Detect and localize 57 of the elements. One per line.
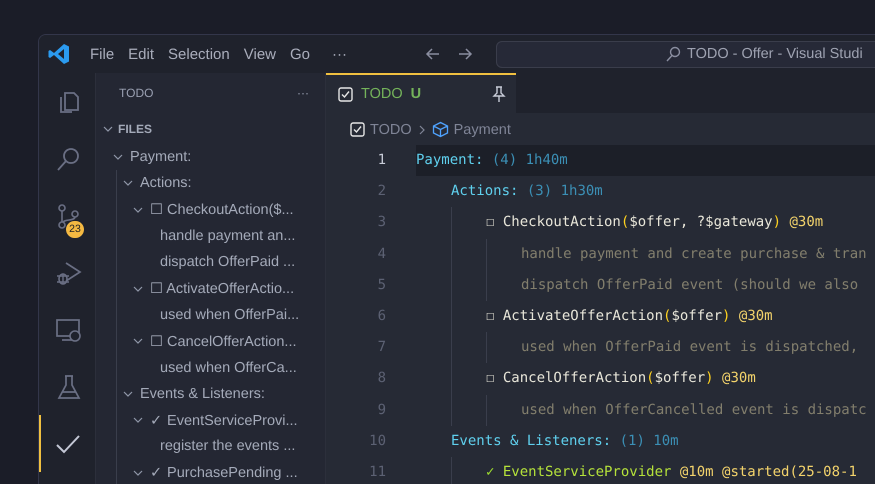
tree-item[interactable]: ✓ PurchasePending ... [150,464,298,482]
code-line: Payment: (4) 1h40m [416,151,568,170]
checklist-icon [338,86,353,102]
menu-item[interactable]: Edit [121,42,162,66]
search-icon [665,46,682,62]
line-number: 9 [376,400,387,420]
count-badge: 23 [66,221,84,238]
line-number: 6 [376,306,387,326]
breadcrumb-item[interactable]: TODO [370,122,412,138]
menu-item[interactable]: File [83,42,122,66]
tree-item[interactable]: Actions: [140,175,192,192]
line-number: 2 [376,182,387,202]
cube-icon [432,121,449,138]
tree-item[interactable]: used when OfferCa... [160,360,297,376]
tree-item[interactable]: register the events ... [160,438,296,454]
menu-item[interactable]: Go [283,42,318,66]
tree-item[interactable]: dispatch OfferPaid ... [160,254,296,270]
line-number: 1 [376,151,387,170]
editor-tab[interactable]: TODO U [326,73,516,113]
more-menu[interactable]: ··· [325,42,354,66]
code-line: Events & Listeners: (1) 10m [451,432,679,451]
app-logo-icon [47,42,71,66]
line-number: 3 [376,213,387,232]
menu-item[interactable]: View [236,42,283,66]
tree-item[interactable]: ☐ CheckoutAction($... [150,201,294,218]
line-number: 10 [368,432,387,451]
code-line: dispatch OfferPaid event (should we also [521,276,858,295]
menu-item[interactable]: Selection [161,42,237,66]
checklist-icon [350,122,365,137]
line-number: 11 [368,462,387,482]
line-number: 4 [376,244,387,264]
code-line: used when OfferCancelled event is dispatc [521,400,867,420]
tree-item[interactable]: handle payment an... [160,228,296,244]
code-line: ✓ EventServiceProvider @10m @started(25-08-1 [486,462,857,482]
code-line: handle payment and create purchase & tran [521,244,867,264]
panel-title: TODO [119,86,154,100]
line-number: 7 [376,338,387,358]
tree-item[interactable]: Events & Listeners: [140,386,265,402]
breadcrumb-item[interactable]: Payment [454,122,511,138]
code-line: Actions: (3) 1h30m [451,182,603,202]
command-search-field[interactable]: TODO - Offer - Visual Studi [496,40,875,68]
code-line: used when OfferPaid event is dispatched, [521,338,858,358]
section-header[interactable]: FILES [96,113,325,144]
code-line: ☐ CheckoutAction($offer, ?$gateway) @30m [486,213,824,232]
tree-item[interactable]: ✓ EventServiceProvi... [150,412,298,429]
pin-icon[interactable] [492,86,506,102]
tree-item[interactable]: ☐ CancelOfferAction... [150,332,297,350]
line-number: 8 [376,369,387,388]
tree-item[interactable]: Payment: [130,149,192,166]
chevron-right-icon [416,124,427,136]
tree-item[interactable]: used when OfferPai... [160,306,300,323]
tree-item[interactable]: ☐ ActivateOfferActio... [150,280,294,298]
source-control-activity-button[interactable]: 23 [39,187,95,244]
code-line: ☐ ActivateOfferAction($offer) @30m [486,306,773,326]
more-actions-button[interactable]: ··· [297,86,309,100]
line-number: 5 [376,276,387,295]
code-line: ☐ CancelOfferAction($offer) @30m [486,369,756,388]
